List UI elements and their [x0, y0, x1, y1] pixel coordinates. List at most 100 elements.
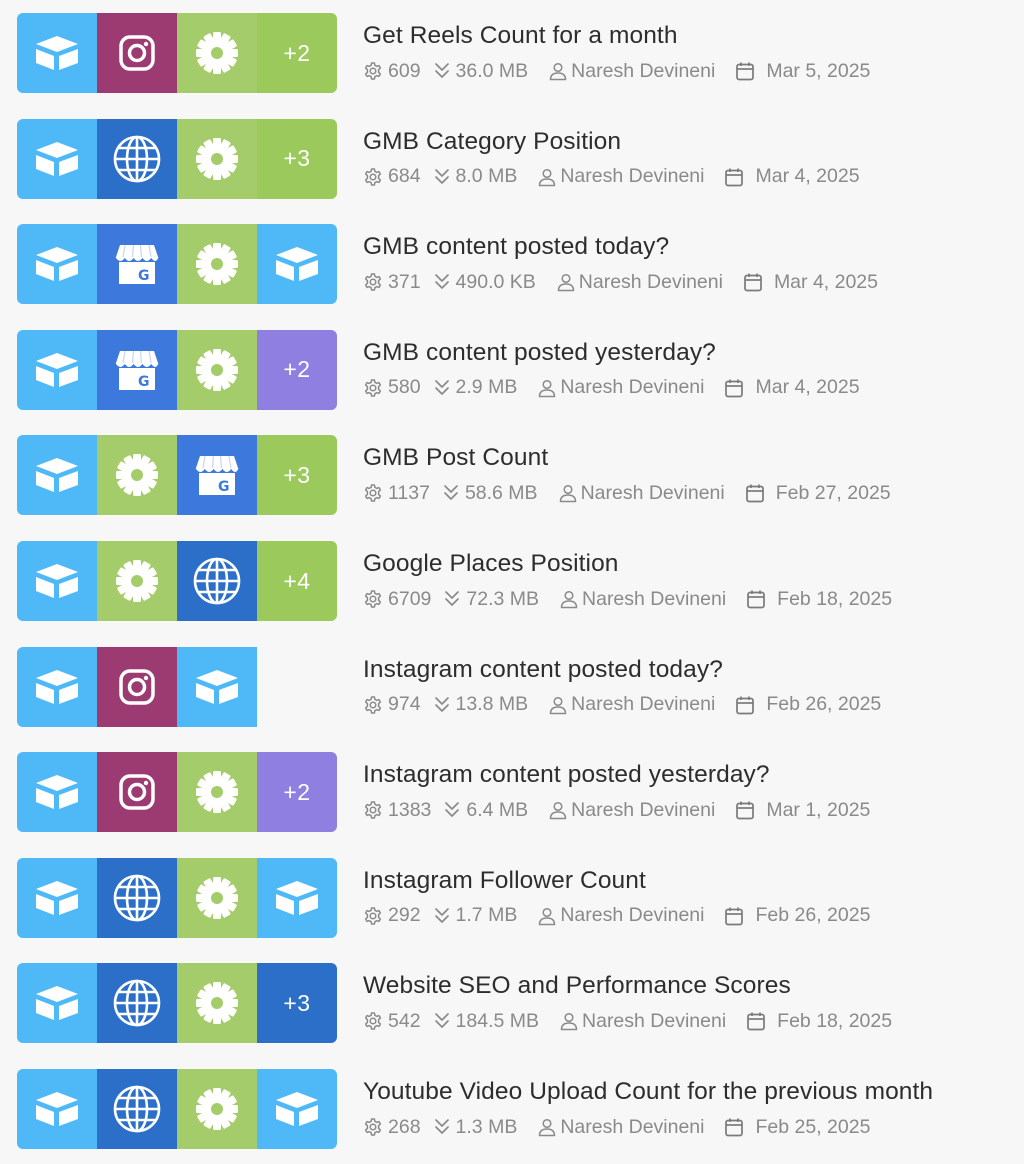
gear-icon[interactable]	[97, 435, 177, 516]
google-my-business-icon[interactable]: G	[97, 224, 177, 305]
google-my-business-icon[interactable]: G	[177, 435, 257, 516]
more-integrations-badge[interactable]: +3	[257, 118, 337, 199]
airtable-icon[interactable]	[17, 646, 97, 727]
workflow-row[interactable]: G +2 GMB content posted yesterday? 580 2.9 M…	[0, 317, 1024, 423]
workflow-title[interactable]: Youtube Video Upload Count for the previ…	[363, 1078, 933, 1106]
workflow-row[interactable]: +3 GMB Category Position 684 8.0 MB Naresh D…	[0, 106, 1024, 212]
workflow-row[interactable]: +2 Instagram content posted yesterday? 138…	[0, 739, 1024, 845]
gear-icon[interactable]	[177, 13, 257, 93]
workflow-row[interactable]: Instagram Follower Count 292 1.7 MB Naresh …	[0, 845, 1024, 951]
updated-date: Mar 5, 2025	[766, 59, 871, 82]
globe-icon[interactable]	[97, 1069, 177, 1149]
workflow-meta: 1383 6.4 MB Naresh Devineni Mar 1, 2025	[363, 797, 890, 823]
more-integrations-badge[interactable]: +4	[257, 541, 337, 621]
airtable-icon[interactable]	[17, 329, 97, 410]
google-my-business-icon[interactable]: G	[97, 329, 177, 410]
gear-icon[interactable]	[177, 224, 257, 305]
workflow-title[interactable]: GMB Category Position	[363, 128, 621, 156]
instagram-icon[interactable]	[97, 13, 177, 93]
integration-icons: +3	[17, 963, 337, 1044]
workflow-title[interactable]: Instagram content posted today?	[363, 656, 723, 684]
workflow-row[interactable]: Instagram content posted today? 974 13.8 M…	[0, 634, 1024, 740]
more-integrations-badge[interactable]: +3	[257, 963, 337, 1044]
airtable-icon[interactable]	[17, 1069, 97, 1149]
run-count-group: 609	[363, 60, 421, 83]
airtable-icon[interactable]	[17, 224, 97, 305]
gear-icon[interactable]	[177, 329, 257, 410]
workflow-title[interactable]: GMB Post Count	[363, 444, 548, 472]
airtable-icon[interactable]	[177, 646, 257, 727]
globe-icon[interactable]	[97, 118, 177, 199]
workflow-row[interactable]: +2 Get Reels Count for a month 609 36.0 MB N…	[0, 0, 1024, 106]
chevrons-down-icon	[445, 591, 460, 606]
date-icon-wrap	[746, 1011, 766, 1031]
workflow-title[interactable]: GMB content posted yesterday?	[363, 339, 716, 367]
workflow-row[interactable]: G GMB content posted today? 371 490.0 KB Nar…	[0, 211, 1024, 317]
airtable-icon[interactable]	[17, 541, 97, 621]
date-icon-wrap	[743, 272, 763, 292]
gear-icon[interactable]	[177, 857, 257, 938]
chevrons-down-icon	[434, 63, 449, 78]
data-size-group: 72.3 MB	[443, 588, 539, 611]
globe-icon[interactable]	[177, 541, 257, 621]
user-icon	[539, 168, 556, 186]
globe-icon[interactable]	[97, 857, 177, 938]
chevrons-down-icon	[445, 802, 460, 818]
author-icon-wrap	[548, 800, 568, 820]
updated-date-group: Feb 26, 2025	[724, 904, 870, 927]
airtable-icon[interactable]	[17, 963, 97, 1044]
airtable-icon[interactable]	[17, 752, 97, 833]
calendar-icon	[725, 907, 744, 926]
instagram-icon[interactable]	[97, 646, 177, 727]
data-size: 490.0 KB	[455, 270, 536, 293]
workflow-title[interactable]: Instagram content posted yesterday?	[363, 761, 770, 789]
size-icon-wrap	[433, 695, 451, 715]
airtable-icon[interactable]	[257, 857, 337, 938]
gear-icon[interactable]	[177, 118, 257, 199]
instagram-icon[interactable]	[97, 752, 177, 833]
more-integrations-badge[interactable]: +2	[257, 13, 337, 93]
size-icon-wrap	[442, 483, 460, 503]
airtable-icon[interactable]	[17, 857, 97, 938]
updated-date: Feb 26, 2025	[755, 904, 871, 927]
workflow-title[interactable]: Website SEO and Performance Scores	[363, 972, 791, 1000]
workflow-list: +2 Get Reels Count for a month 609 36.0 MB N…	[0, 0, 1024, 1164]
workflow-meta: 609 36.0 MB Naresh Devineni Mar 5, 2025	[363, 58, 890, 84]
run-count: 268	[388, 1115, 421, 1138]
calendar-icon	[736, 62, 755, 81]
airtable-icon[interactable]	[17, 13, 97, 93]
workflow-row[interactable]: +4 Google Places Position 6709 72.3 MB Nares…	[0, 528, 1024, 634]
author-icon-wrap	[559, 1011, 579, 1031]
date-icon-wrap	[724, 1117, 744, 1137]
integration-icons	[17, 646, 337, 727]
workflow-row[interactable]: Youtube Video Upload Count for the previ…	[0, 1056, 1024, 1162]
gear-icon[interactable]	[177, 963, 257, 1044]
globe-icon[interactable]	[97, 963, 177, 1044]
airtable-icon[interactable]	[17, 435, 97, 516]
gear-icon[interactable]	[97, 541, 177, 621]
more-integrations-badge[interactable]: +2	[257, 329, 337, 410]
chevrons-down-icon	[444, 485, 458, 501]
workflow-row[interactable]: +3 Website SEO and Performance Scores 542 1…	[0, 950, 1024, 1056]
svg-text:G: G	[218, 479, 230, 495]
more-integrations-badge[interactable]: +3	[257, 435, 337, 516]
airtable-icon[interactable]	[257, 1069, 337, 1149]
workflow-title[interactable]: Google Places Position	[363, 550, 619, 578]
date-icon-wrap	[724, 906, 744, 926]
user-icon	[539, 907, 556, 926]
gear-outline-icon	[364, 379, 382, 397]
workflow-row[interactable]: G +3 GMB Post Count 1137 58.6 MB Naresh Devin…	[0, 422, 1024, 528]
runs-icon-wrap	[363, 167, 383, 187]
workflow-title[interactable]: Instagram Follower Count	[363, 867, 646, 895]
data-size-group: 6.4 MB	[443, 799, 528, 822]
updated-date: Mar 4, 2025	[773, 270, 878, 293]
airtable-icon[interactable]	[17, 118, 97, 199]
workflow-title[interactable]: Get Reels Count for a month	[363, 22, 678, 50]
airtable-icon[interactable]	[257, 224, 337, 305]
more-integrations-badge[interactable]: +2	[257, 752, 337, 833]
workflow-title[interactable]: GMB content posted today?	[363, 233, 669, 261]
calendar-icon	[747, 590, 766, 609]
gear-icon[interactable]	[177, 1069, 257, 1149]
gear-icon[interactable]	[177, 752, 257, 833]
chevrons-down-icon	[434, 1013, 449, 1029]
